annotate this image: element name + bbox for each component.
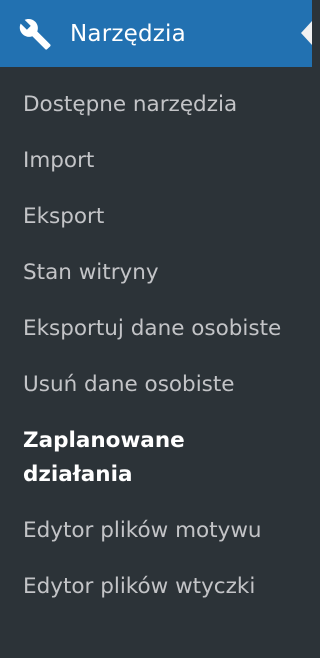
- submenu-item-scheduled-actions[interactable]: Zaplanowane działania: [0, 417, 312, 507]
- admin-sidebar-menu: Narzędzia Dostępne narzędzia Import Eksp…: [0, 0, 312, 658]
- submenu-item-theme-file-editor[interactable]: Edytor plików motywu: [0, 507, 312, 563]
- submenu-item-export[interactable]: Eksport: [0, 193, 312, 249]
- submenu-item-export-personal-data[interactable]: Eksportuj dane osobiste: [0, 305, 312, 361]
- submenu-item-import[interactable]: Import: [0, 137, 312, 193]
- menu-header-tools[interactable]: Narzędzia: [0, 0, 312, 67]
- wrench-icon: [15, 14, 55, 54]
- submenu-item-erase-personal-data[interactable]: Usuń dane osobiste: [0, 361, 312, 417]
- menu-title: Narzędzia: [70, 20, 186, 47]
- submenu-list: Dostępne narzędzia Import Eksport Stan w…: [0, 67, 312, 619]
- submenu-item-plugin-file-editor[interactable]: Edytor plików wtyczki: [0, 563, 312, 619]
- submenu-item-site-health[interactable]: Stan witryny: [0, 249, 312, 305]
- current-menu-arrow: [301, 21, 312, 45]
- submenu-item-available-tools[interactable]: Dostępne narzędzia: [0, 81, 312, 137]
